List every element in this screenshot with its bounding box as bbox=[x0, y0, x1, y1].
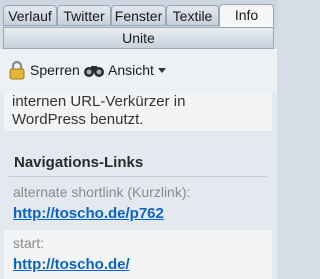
tab-verlauf[interactable]: Verlauf bbox=[3, 5, 57, 26]
lock-button[interactable]: Sperren bbox=[8, 59, 80, 81]
chevron-down-icon bbox=[157, 67, 166, 73]
intro-panel: internen URL-Verkürzer in WordPress benu… bbox=[4, 93, 272, 131]
intro-text-line1: internen URL-Verkürzer in bbox=[12, 93, 186, 110]
section-title: Navigations-Links bbox=[14, 154, 144, 171]
link-url[interactable]: http://toscho.de/p762 bbox=[13, 205, 164, 222]
view-label: Ansicht bbox=[108, 62, 154, 78]
toolbar: Sperren Ansicht bbox=[0, 49, 277, 93]
link-label: start: bbox=[13, 235, 45, 251]
tab-textile[interactable]: Textile bbox=[166, 5, 219, 26]
view-button[interactable]: Ansicht bbox=[83, 59, 166, 81]
lock-label: Sperren bbox=[30, 62, 80, 78]
tab-info[interactable]: Info bbox=[219, 4, 274, 27]
tab-fenster[interactable]: Fenster bbox=[111, 5, 166, 26]
lock-icon bbox=[8, 60, 26, 80]
binoculars-icon bbox=[83, 62, 105, 78]
intro-text-line2: WordPress benutzt. bbox=[12, 111, 144, 128]
link-item: alternate shortlink (Kurzlink): http://t… bbox=[4, 179, 272, 227]
tab-bar: Verlauf Twitter Fenster Textile Info bbox=[0, 0, 277, 28]
divider bbox=[9, 176, 267, 177]
info-content: internen URL-Verkürzer in WordPress benu… bbox=[0, 93, 277, 279]
link-item: start: http://toscho.de/ bbox=[4, 230, 272, 279]
link-url[interactable]: http://toscho.de/ bbox=[13, 256, 130, 273]
tab-twitter[interactable]: Twitter bbox=[57, 5, 111, 26]
link-label: alternate shortlink (Kurzlink): bbox=[13, 184, 191, 200]
subtab-unite[interactable]: Unite bbox=[3, 27, 274, 49]
